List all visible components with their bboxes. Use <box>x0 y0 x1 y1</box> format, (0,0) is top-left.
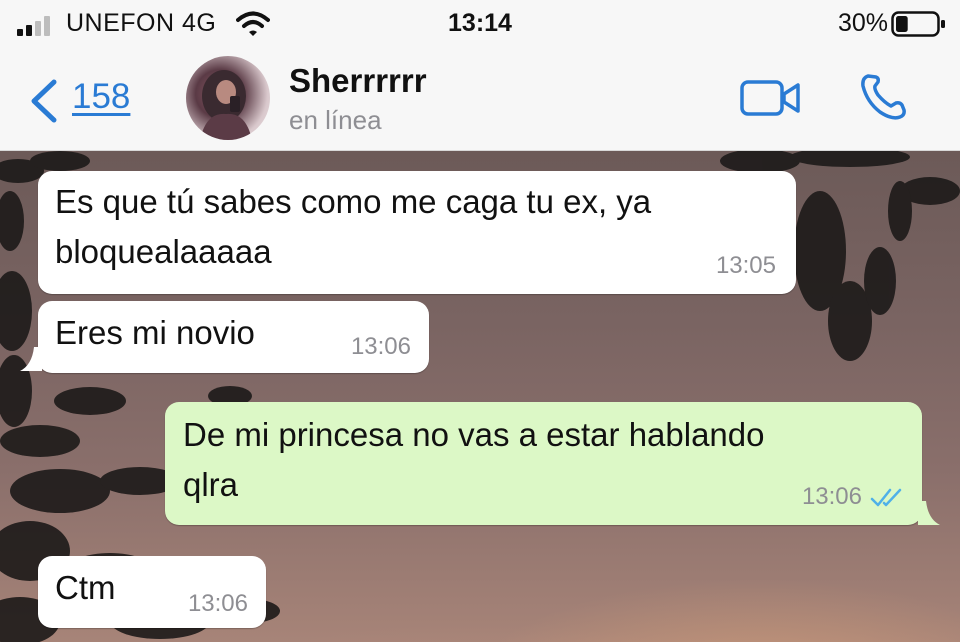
message-bubble-outgoing[interactable]: De mi princesa no vas a estar hablando q… <box>165 402 922 525</box>
chat-area[interactable]: Es que tú sabes como me caga tu ex, ya b… <box>0 151 960 642</box>
message-time: 13:06 <box>801 483 862 510</box>
status-bar: UNEFON 4G 13:14 30% <box>0 0 960 50</box>
message-bubble-incoming[interactable]: Ctm 13:06 <box>38 556 266 628</box>
avatar[interactable] <box>186 56 270 140</box>
message-text: De mi princesa no vas a estar hablando q… <box>183 416 765 503</box>
message-time: 13:06 <box>187 590 248 617</box>
contact-status: en línea <box>289 105 382 135</box>
battery-percent: 30% <box>837 9 888 37</box>
video-call-icon[interactable] <box>740 76 802 120</box>
read-receipt-icon <box>870 488 902 507</box>
contact-name[interactable]: Sherrrrrr <box>289 62 427 100</box>
chat-header: 158 Sherrrrrr en línea <box>0 50 960 151</box>
message-bubble-incoming[interactable]: Eres mi novio 13:06 <box>38 301 429 373</box>
message-text: Ctm <box>55 569 116 606</box>
back-chevron-icon[interactable] <box>26 78 62 124</box>
message-time: 13:05 <box>715 252 776 279</box>
message-text: Es que tú sabes como me caga tu ex, ya b… <box>55 183 652 270</box>
phone-call-icon[interactable] <box>858 72 908 122</box>
bubble-tail <box>20 347 42 371</box>
status-time: 13:14 <box>448 9 512 37</box>
bubble-tail <box>918 501 940 525</box>
message-text: Eres mi novio <box>55 314 255 351</box>
message-bubble-incoming[interactable]: Es que tú sabes como me caga tu ex, ya b… <box>38 171 796 294</box>
back-unread-count[interactable]: 158 <box>72 77 130 117</box>
battery-icon <box>891 11 945 37</box>
message-time: 13:06 <box>350 333 411 360</box>
